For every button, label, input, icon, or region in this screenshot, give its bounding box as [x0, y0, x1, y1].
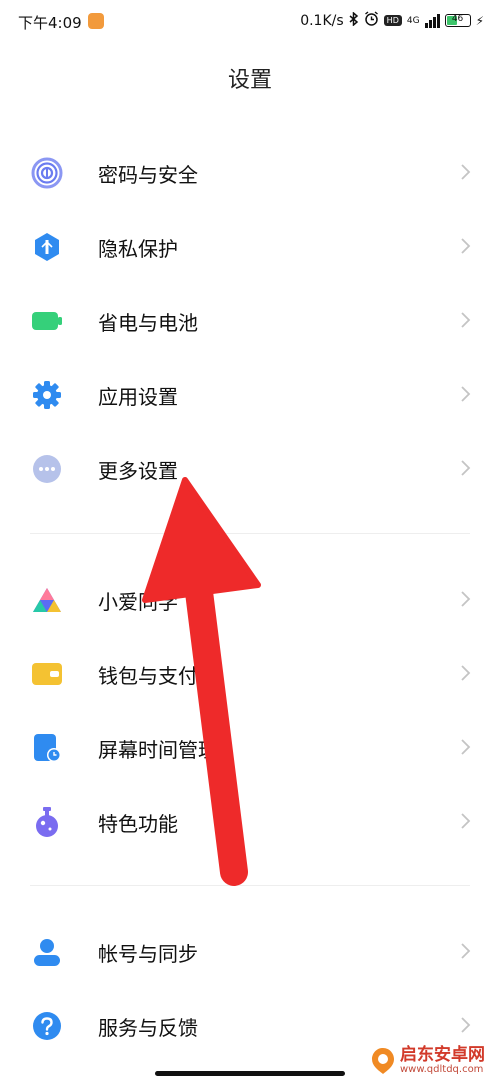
screen-time-icon: [30, 731, 64, 765]
more-dots-icon: [30, 452, 64, 486]
settings-item-label: 小爱同学: [98, 589, 178, 614]
alarm-icon: [364, 11, 379, 30]
settings-item-privacy[interactable]: 隐私保护: [0, 216, 500, 278]
chevron-right-icon: [461, 312, 471, 328]
battery-status-icon: 46: [444, 14, 471, 27]
settings-item-features[interactable]: 特色功能: [0, 791, 500, 853]
chevron-right-icon: [461, 164, 471, 180]
bluetooth-icon: [349, 10, 359, 30]
settings-item-label: 帐号与同步: [98, 941, 198, 966]
settings-item-label: 更多设置: [98, 458, 178, 483]
gear-icon: [30, 378, 64, 412]
signal-icon: [424, 13, 440, 28]
settings-item-label: 服务与反馈: [98, 1015, 198, 1040]
wallet-icon: [30, 657, 64, 691]
help-icon: [30, 1009, 64, 1043]
watermark-title: 启东安卓网: [400, 1045, 485, 1065]
network-type: 4G: [406, 15, 420, 26]
settings-item-wallet[interactable]: 钱包与支付: [0, 643, 500, 705]
chevron-right-icon: [461, 813, 471, 829]
fingerprint-icon: [30, 156, 64, 190]
account-icon: [30, 935, 64, 969]
chevron-right-icon: [461, 739, 471, 755]
settings-item-label: 屏幕时间管理: [98, 737, 218, 762]
settings-item-app-settings[interactable]: 应用设置: [0, 364, 500, 426]
status-bar: 下午4:09 0.1K/s HD 4G 46 ⚡: [0, 0, 500, 44]
settings-item-label: 省电与电池: [98, 310, 198, 335]
page-title: 设置: [227, 68, 272, 93]
notification-app-icon: [88, 13, 104, 29]
settings-item-account-sync[interactable]: 帐号与同步: [0, 921, 500, 983]
battery-icon: [30, 304, 64, 338]
watermark-url: www.qdltdq.com: [400, 1064, 484, 1075]
group-divider: [30, 533, 470, 534]
group-divider: [30, 885, 470, 886]
chevron-right-icon: [461, 1017, 471, 1033]
watermark: 启东安卓网 www.qdltdq.com: [370, 1046, 485, 1076]
settings-item-xiaoai[interactable]: 小爱同学: [0, 569, 500, 631]
settings-item-screen-time[interactable]: 屏幕时间管理: [0, 717, 500, 779]
settings-item-label: 密码与安全: [98, 162, 198, 187]
privacy-shield-icon: [30, 230, 64, 264]
watermark-logo-icon: [372, 1048, 394, 1074]
chevron-right-icon: [461, 665, 471, 681]
status-right: 0.1K/s HD 4G 46 ⚡: [300, 10, 484, 30]
hd-badge: HD: [383, 15, 402, 26]
feature-flask-icon: [30, 805, 64, 839]
chevron-right-icon: [461, 591, 471, 607]
chevron-right-icon: [461, 238, 471, 254]
settings-item-more-settings[interactable]: 更多设置: [0, 438, 500, 500]
settings-item-label: 钱包与支付: [98, 663, 198, 688]
net-speed: 0.1K/s: [300, 12, 344, 29]
chevron-right-icon: [461, 460, 471, 476]
charging-icon: ⚡: [475, 13, 484, 28]
status-time: 下午4:09: [18, 14, 82, 32]
xiaoai-icon: [30, 583, 64, 617]
settings-item-label: 特色功能: [98, 811, 178, 836]
settings-item-label: 应用设置: [98, 384, 178, 409]
chevron-right-icon: [461, 386, 471, 402]
battery-level: 46: [451, 14, 464, 24]
home-indicator[interactable]: [155, 1071, 345, 1076]
settings-item-password-security[interactable]: 密码与安全: [0, 142, 500, 204]
settings-item-battery[interactable]: 省电与电池: [0, 290, 500, 352]
settings-item-label: 隐私保护: [98, 236, 178, 261]
chevron-right-icon: [461, 943, 471, 959]
